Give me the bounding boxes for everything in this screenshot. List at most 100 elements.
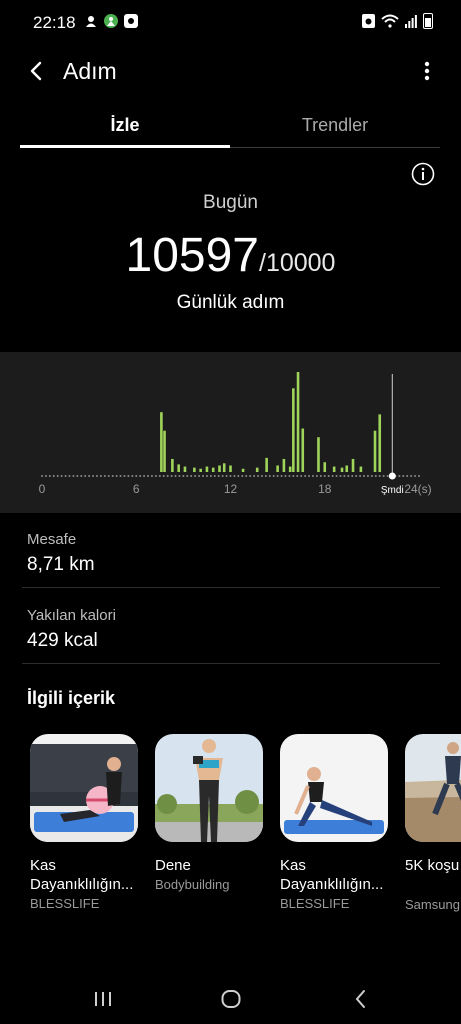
chart-bar bbox=[193, 467, 196, 472]
baseline-dot bbox=[386, 475, 389, 477]
baseline-dot bbox=[280, 475, 283, 477]
chart-bar bbox=[351, 458, 355, 472]
chart-bar bbox=[301, 428, 305, 472]
daily-steps-caption: Günlük adım bbox=[176, 292, 285, 313]
baseline-dot bbox=[123, 475, 126, 477]
baseline-dot bbox=[178, 475, 181, 477]
chart-bar bbox=[241, 468, 245, 472]
baseline-dot bbox=[182, 475, 185, 477]
baseline-dot bbox=[131, 475, 134, 477]
back-arrow-icon[interactable] bbox=[24, 58, 50, 84]
baseline-dot bbox=[331, 475, 334, 477]
chart-bar bbox=[332, 466, 336, 472]
baseline-dot bbox=[205, 475, 208, 477]
more-options-icon[interactable] bbox=[417, 58, 437, 84]
baseline-dot bbox=[264, 475, 267, 477]
chart-bar bbox=[205, 466, 209, 472]
baseline-dot bbox=[355, 475, 358, 477]
chart-bar bbox=[282, 458, 286, 472]
card-title: 5K koşu bbox=[405, 857, 460, 874]
related-card[interactable]: 5K koşu Samsung bbox=[405, 734, 461, 912]
chart-bar bbox=[265, 457, 268, 472]
chart-bar bbox=[229, 465, 232, 472]
chart-bar bbox=[255, 467, 259, 472]
calories-value: 429 kcal bbox=[27, 630, 98, 651]
baseline-dot bbox=[347, 475, 350, 477]
baseline-dot bbox=[202, 475, 205, 477]
card-title-line2: Dayanıklılığın... bbox=[30, 876, 134, 893]
baseline-dot bbox=[103, 475, 106, 477]
card-source: Bodybuilding bbox=[155, 877, 230, 892]
baseline-dot bbox=[245, 475, 248, 477]
baseline-dot bbox=[315, 475, 318, 477]
chart-bar bbox=[222, 463, 226, 472]
baseline-dot bbox=[418, 475, 420, 477]
baseline-dot bbox=[225, 475, 228, 477]
divider bbox=[22, 587, 440, 588]
related-card[interactable]: Kas Dayanıklılığın... BLESSLIFE bbox=[280, 734, 390, 911]
baseline-dot bbox=[107, 475, 110, 477]
baseline-dot bbox=[76, 475, 79, 477]
card-thumbnail bbox=[405, 734, 461, 842]
chart-bar bbox=[373, 430, 377, 472]
chart-bar bbox=[171, 458, 174, 472]
baseline-dot bbox=[249, 475, 252, 477]
page-title: Adım bbox=[63, 58, 117, 84]
tab-bar: İzle Trendler bbox=[20, 104, 440, 148]
navigation-bar bbox=[0, 975, 461, 1024]
x-tick-label: 18 bbox=[318, 482, 332, 496]
hourly-steps-chart-svg: 0 6 12 18 Şmdi 24(s) bbox=[39, 372, 432, 496]
baseline-dot bbox=[241, 475, 244, 477]
baseline-dot bbox=[398, 475, 401, 477]
chart-bar bbox=[340, 467, 344, 472]
baseline-dot bbox=[170, 475, 173, 477]
baseline-dot bbox=[198, 475, 201, 477]
baseline-dot bbox=[378, 475, 381, 477]
baseline-dot bbox=[64, 475, 67, 477]
app-notification-icon bbox=[124, 14, 138, 28]
baseline-dot bbox=[370, 475, 373, 477]
card-source: BLESSLIFE bbox=[280, 896, 350, 911]
tab-izle[interactable]: İzle bbox=[20, 104, 230, 148]
baseline-dot bbox=[44, 475, 47, 477]
baseline-dot bbox=[237, 475, 240, 477]
chart-bar bbox=[183, 466, 187, 472]
baseline-dot bbox=[209, 475, 212, 477]
baseline-dot bbox=[229, 475, 232, 477]
baseline-dot bbox=[72, 475, 75, 477]
tab-trendler[interactable]: Trendler bbox=[230, 104, 440, 148]
chart-bar bbox=[199, 468, 202, 472]
home-icon[interactable] bbox=[219, 987, 243, 1011]
back-nav-icon[interactable] bbox=[349, 987, 373, 1011]
baseline-dot bbox=[68, 475, 71, 477]
app-bar: Adım bbox=[0, 44, 461, 100]
card-title: Kas bbox=[280, 857, 306, 874]
battery-icon bbox=[423, 13, 433, 29]
x-tick-label: 24(s) bbox=[404, 482, 431, 496]
related-content-title: İlgili içerik bbox=[27, 688, 116, 708]
baseline-dot bbox=[402, 475, 405, 477]
recent-apps-icon[interactable] bbox=[91, 987, 115, 1011]
baseline-dot bbox=[300, 475, 303, 477]
baseline-dot bbox=[335, 475, 338, 477]
calories-label: Yakılan kalori bbox=[27, 607, 116, 624]
baseline-dot bbox=[150, 475, 153, 477]
baseline-dot bbox=[147, 475, 150, 477]
chart-bar bbox=[292, 388, 295, 472]
baseline-dot bbox=[319, 475, 322, 477]
chart-bar bbox=[359, 466, 363, 472]
baseline-dot bbox=[143, 475, 146, 477]
notification-icons bbox=[84, 14, 138, 28]
related-card[interactable]: Kas Dayanıklılığın... BLESSLIFE bbox=[30, 734, 140, 911]
baseline-dot bbox=[327, 475, 330, 477]
samsung-health-icon bbox=[104, 14, 118, 28]
baseline-dot bbox=[217, 475, 220, 477]
baseline-dot bbox=[84, 475, 87, 477]
baseline-dot bbox=[190, 475, 193, 477]
info-icon[interactable] bbox=[411, 162, 435, 186]
baseline-dot bbox=[363, 475, 366, 477]
step-goal: /10000 bbox=[259, 249, 336, 277]
step-count: 10597/10000 bbox=[0, 228, 461, 283]
related-card[interactable]: Dene Bodybuilding bbox=[155, 734, 265, 892]
baseline-dot bbox=[186, 475, 189, 477]
